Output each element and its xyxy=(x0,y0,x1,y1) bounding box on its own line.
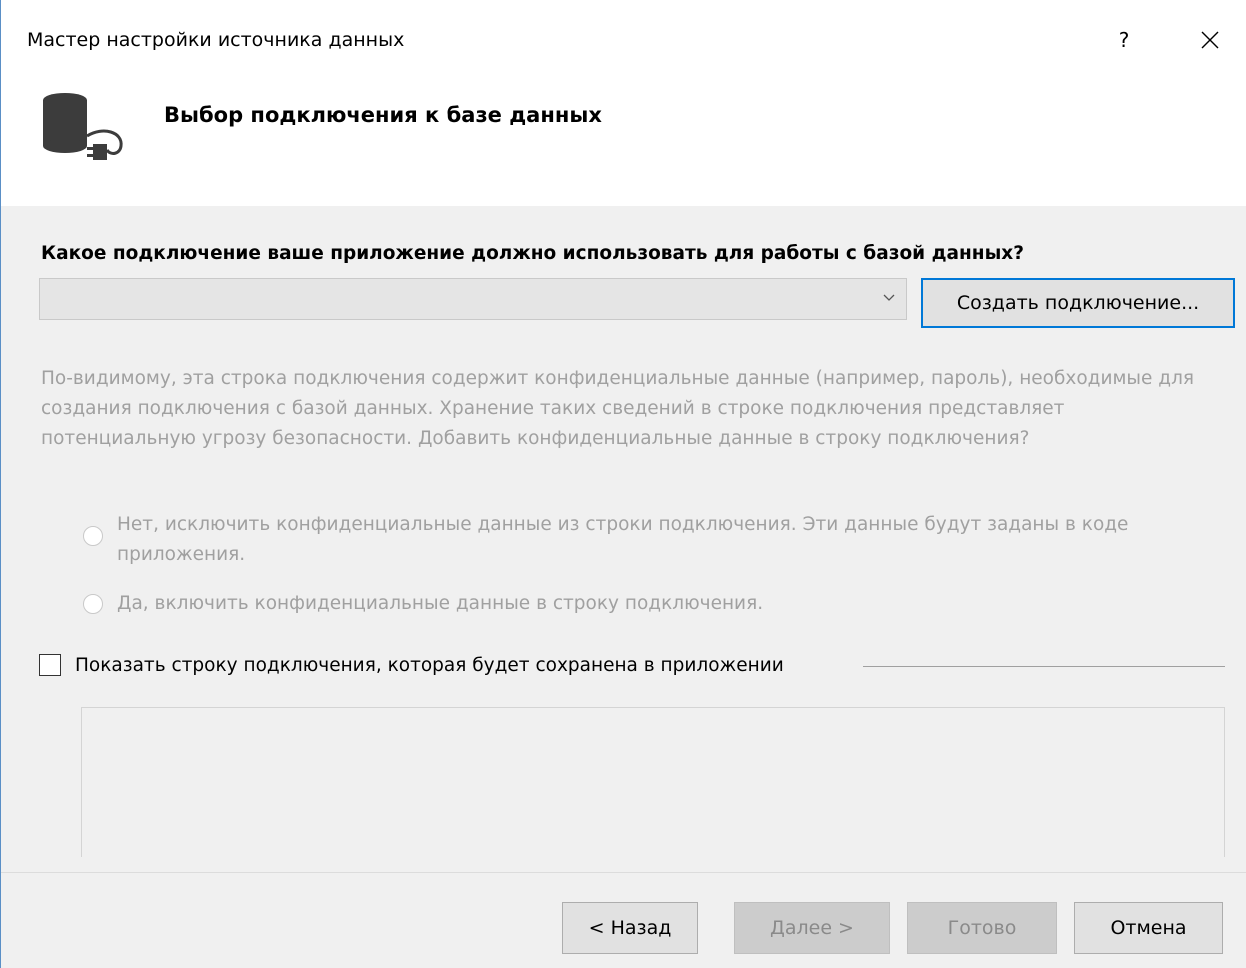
show-connection-string-checkbox-row[interactable]: Показать строку подключения, которая буд… xyxy=(39,654,784,676)
radio-exclude-label: Нет, исключить конфиденциальные данные и… xyxy=(117,514,1129,565)
create-connection-button[interactable]: Создать подключение... xyxy=(921,278,1235,328)
wizard-window: Мастер настройки источника данных ? Выбо… xyxy=(0,0,1246,968)
chevron-down-icon xyxy=(883,294,895,301)
radio-exclude-sensitive[interactable]: Нет, исключить конфиденциальные данные и… xyxy=(83,510,1213,570)
finish-button[interactable]: Готово xyxy=(907,902,1057,954)
title-bar: Мастер настройки источника данных ? xyxy=(1,0,1246,82)
content-area: Какое подключение ваше приложение должно… xyxy=(1,206,1246,968)
radio-include-sensitive[interactable]: Да, включить конфиденциальные данные в с… xyxy=(83,589,1213,619)
connection-question: Какое подключение ваше приложение должно… xyxy=(41,243,1024,264)
next-button[interactable]: Далее > xyxy=(734,902,890,954)
section-divider xyxy=(863,666,1225,667)
connection-string-textbox[interactable] xyxy=(81,707,1225,857)
footer-divider xyxy=(1,872,1246,873)
page-title: Выбор подключения к базе данных xyxy=(164,103,602,127)
radio-include-label: Да, включить конфиденциальные данные в с… xyxy=(117,593,764,614)
window-title: Мастер настройки источника данных xyxy=(27,29,405,51)
help-button[interactable]: ? xyxy=(1101,18,1147,62)
database-plug-icon xyxy=(43,93,123,160)
sensitive-data-warning: По-видимому, эта строка подключения соде… xyxy=(41,368,1195,449)
cancel-button[interactable]: Отмена xyxy=(1074,902,1223,954)
show-connection-string-label: Показать строку подключения, которая буд… xyxy=(75,654,784,676)
show-connection-string-checkbox[interactable] xyxy=(39,654,61,676)
close-button[interactable] xyxy=(1187,18,1233,62)
radio-exclude-circle[interactable] xyxy=(83,526,103,546)
back-button[interactable]: < Назад xyxy=(562,902,698,954)
close-icon xyxy=(1201,31,1219,49)
radio-include-circle[interactable] xyxy=(83,594,103,614)
connection-combobox[interactable] xyxy=(39,278,907,320)
